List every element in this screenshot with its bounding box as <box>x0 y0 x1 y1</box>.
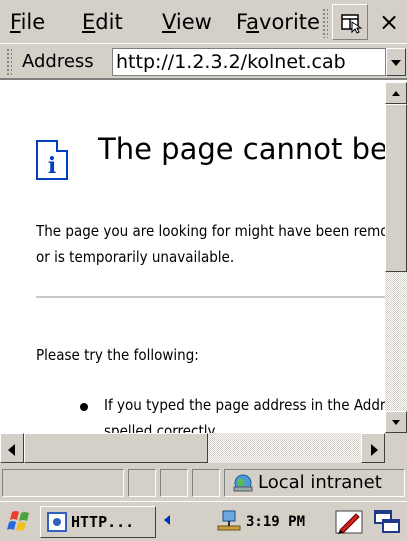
address-input[interactable]: http://1.2.3.2/kolnet.cab <box>112 48 386 76</box>
arrow-left-icon <box>8 444 15 456</box>
error-message-line-1: The page you are looking for might have … <box>36 222 385 240</box>
address-bar: Address http://1.2.3.2/kolnet.cab <box>0 44 407 80</box>
pen-input-icon[interactable] <box>334 508 364 536</box>
task-label: HTTP... <box>71 513 135 531</box>
network-icon[interactable] <box>214 508 244 534</box>
bullet-icon <box>80 403 88 411</box>
status-pane <box>160 469 188 497</box>
menu-file[interactable]: File <box>10 0 45 44</box>
suggestion-item-line-2: spelled correctly. <box>104 422 218 433</box>
suggestion-item-line-1: If you typed the page address in the Add… <box>104 396 385 414</box>
browser-icon <box>47 512 67 532</box>
horizontal-scrollbar[interactable] <box>0 433 385 463</box>
scroll-left-button[interactable] <box>0 433 24 463</box>
divider <box>36 296 385 298</box>
status-bar: Local intranet <box>0 463 407 501</box>
error-message-line-2: or is temporarily unavailable. <box>36 248 235 266</box>
info-page-icon: i <box>36 140 68 180</box>
menu-view[interactable]: View <box>162 0 212 44</box>
intranet-icon <box>233 474 253 492</box>
status-pane <box>192 469 220 497</box>
clock[interactable]: 3:19 PM <box>246 502 305 541</box>
status-text-pane <box>2 469 124 497</box>
page-title: The page cannot be found <box>98 132 385 166</box>
scrollbar-corner <box>385 433 407 463</box>
vertical-scroll-thumb[interactable] <box>385 104 407 272</box>
menu-edit[interactable]: Edit <box>82 0 123 44</box>
scroll-left-icon[interactable] <box>164 515 170 525</box>
suggestions-heading: Please try the following: <box>36 346 199 364</box>
address-bar-grip[interactable] <box>6 48 12 76</box>
view-toggle-button[interactable] <box>332 4 368 40</box>
task-button-browser[interactable]: HTTP... <box>40 506 156 538</box>
windows-flag-icon[interactable] <box>4 508 36 536</box>
arrow-right-icon <box>371 444 378 456</box>
scroll-right-button[interactable] <box>361 433 385 463</box>
toolbar-grip[interactable] <box>322 8 328 38</box>
arrow-down-icon <box>392 420 400 425</box>
horizontal-scroll-thumb[interactable] <box>24 433 208 463</box>
vertical-scrollbar[interactable] <box>385 82 407 433</box>
address-dropdown-button[interactable] <box>386 48 406 76</box>
taskbar: HTTP... 3:19 PM <box>0 501 407 541</box>
scroll-up-button[interactable] <box>385 82 407 104</box>
menu-favorites[interactable]: Favorite <box>236 0 320 44</box>
scroll-down-button[interactable] <box>385 411 407 433</box>
menu-bar: File Edit View Favorite × <box>0 0 407 44</box>
address-label: Address <box>22 51 94 72</box>
zone-label: Local intranet <box>258 472 382 493</box>
arrow-up-icon <box>392 91 400 96</box>
status-pane <box>128 469 156 497</box>
show-desktop-icon[interactable] <box>372 508 402 536</box>
page-content: i The page cannot be found The page you … <box>0 82 385 433</box>
view-toggle-icon <box>341 14 363 34</box>
close-button[interactable]: × <box>371 2 407 42</box>
